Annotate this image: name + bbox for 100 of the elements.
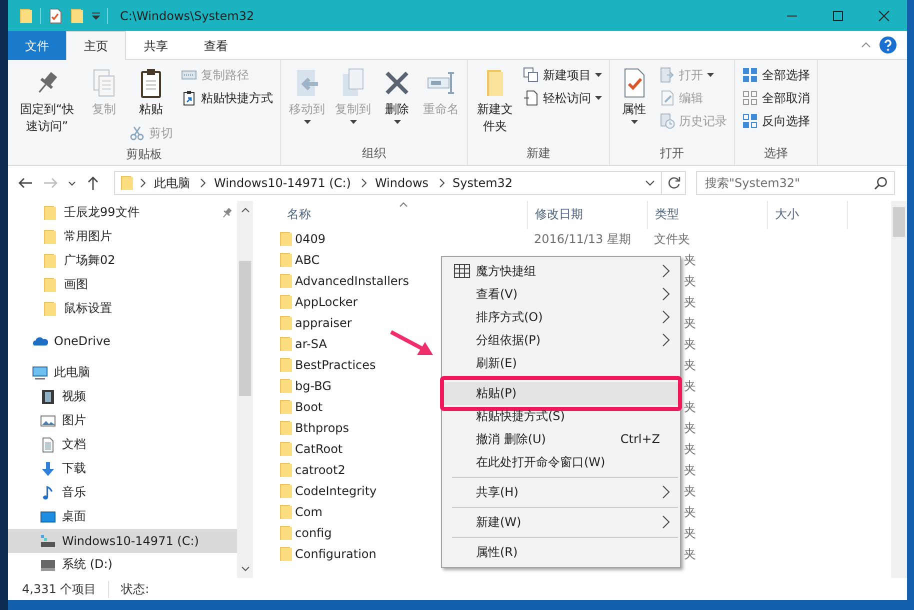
file-name[interactable]: bg-BG [295,379,332,394]
sidebar-item[interactable]: OneDrive [8,328,237,353]
menu-item[interactable]: 刷新(E) [444,352,678,375]
column-header[interactable]: 大小 [768,200,848,229]
sidebar-item[interactable]: 壬辰龙99文件 [8,200,237,225]
sidebar-item[interactable]: 视频 [8,384,237,409]
sidebar-item[interactable]: 鼠标设置 [8,296,237,321]
type-cell: 夹 [684,314,696,332]
ribbon-button[interactable]: 轻松访问 [520,87,605,109]
ribbon-button[interactable]: 删除 [377,64,417,127]
ribbon-button[interactable]: 粘贴快捷方式 [178,87,276,109]
sidebar-item[interactable]: 音乐 [8,480,237,505]
sidebar-item[interactable]: 画图 [8,272,237,297]
menu-item[interactable]: 在此处打开命令窗口(W) [444,450,678,474]
scrollbar-thumb[interactable] [239,260,251,396]
ribbon-button[interactable]: 固定到“快速访问” [12,64,82,138]
ribbon-tab[interactable]: 共享 [126,31,186,60]
menu-item[interactable]: 共享(H) [444,480,678,504]
type-cell: 夹 [684,546,696,563]
file-name[interactable]: ABC [295,253,320,268]
ribbon-button[interactable]: 全部选择 [739,64,813,86]
menu-item[interactable]: 查看(V) [444,282,678,306]
menu-item[interactable]: 属性(R) [444,540,678,564]
ribbon-button[interactable]: 新建项目 [520,64,605,86]
scrollbar[interactable] [237,200,253,578]
file-name[interactable]: AdvancedInstallers [295,274,409,288]
type-cell: 夹 [684,378,696,395]
column-header[interactable]: 类型 [648,200,768,229]
menu-item[interactable]: 排序方式(O) [444,306,678,329]
sidebar-item[interactable]: 常用图片 [8,224,237,249]
folder-icon [278,357,294,374]
file-name[interactable]: catroot2 [295,463,346,478]
ribbon-button[interactable]: 全部取消 [739,87,813,109]
checked-document-icon[interactable] [47,8,63,24]
ribbon-button[interactable]: 反向选择 [739,110,813,132]
menu-item[interactable]: 分组依据(P) [444,328,678,352]
sidebar-item[interactable]: 文档 [8,432,237,457]
file-name[interactable]: Boot [295,400,323,414]
breadcrumb-segment[interactable]: System32 [446,171,520,196]
file-name[interactable]: CatRoot [295,442,343,456]
folder-icon[interactable] [69,8,85,24]
file-name[interactable]: BestPractices [295,358,376,372]
sidebar-item[interactable]: 桌面 [8,504,237,529]
file-name[interactable]: ar-SA [295,337,327,352]
file-name[interactable]: 0409 [295,232,326,246]
group-label: 打开 [659,145,685,162]
desktop-icon [40,508,56,525]
breadcrumb-segment[interactable]: Windows10-14971 (C:) [207,171,358,196]
caret-icon[interactable] [91,10,101,20]
menu-item[interactable]: 粘贴快捷方式(S) [444,404,678,428]
grid-icon [742,113,758,129]
folder-icon[interactable] [18,8,34,24]
file-name[interactable]: Configuration [295,547,376,562]
sidebar-item[interactable]: 广场舞02 [8,248,237,273]
breadcrumb-segment[interactable]: Windows [368,171,436,196]
file-name[interactable]: Bthprops [295,421,350,436]
sidebar-item[interactable]: 此电脑 [8,360,237,385]
ribbon-button[interactable]: 新建文件夹 [472,64,518,138]
type-cell: 夹 [684,252,696,269]
folder-icon [278,483,294,500]
edit-icon [659,90,675,106]
file-name[interactable]: Com [295,505,322,520]
column-header[interactable]: 修改日期 [528,200,648,229]
file-name[interactable]: appraiser [295,316,352,330]
ribbon-tab[interactable]: 查看 [186,31,246,60]
menu-item[interactable]: 魔方快捷组 [444,260,678,283]
help-icon[interactable] [879,36,897,54]
file-menu-tab[interactable]: 文件 [8,31,66,60]
file-name[interactable]: config [295,526,332,540]
sidebar-item[interactable]: Windows10-14971 (C:) [8,528,237,553]
scrollbar-thumb[interactable] [893,206,905,237]
folder-icon [278,441,294,458]
address-bar[interactable]: 此电脑 Windows10-14971 (C:) Windows System32 [114,171,662,196]
ribbon-tab[interactable]: 主页 [66,31,126,60]
folder-icon [278,462,294,478]
folder-icon [278,546,294,562]
menu-item[interactable]: 撤消 删除(U) Ctrl+Z [444,428,678,451]
document-icon [40,436,56,453]
type-cell: 夹 [684,504,696,521]
shortcut-icon [181,90,197,106]
pin-icon [221,206,233,219]
folder-icon [42,276,58,293]
column-header[interactable]: 名称 [270,200,528,229]
search-field[interactable]: 搜索"System32" [696,171,895,196]
sidebar-item[interactable]: 系统 (D:) [8,552,237,577]
menu-item[interactable]: 新建(W) [444,510,678,534]
ribbon-button[interactable]: 属性 [614,64,654,127]
sidebar-item[interactable]: 图片 [8,408,237,433]
chevron-right-icon [662,287,670,302]
breadcrumb-segment[interactable]: 此电脑 [147,171,197,196]
chevron-up-icon[interactable] [861,42,871,48]
type-cell: 夹 [684,294,696,311]
file-name[interactable]: AppLocker [295,295,358,310]
menu-item[interactable]: 粘贴(P) [444,382,678,405]
caret-icon [595,96,602,100]
file-name[interactable]: CodeIntegrity [295,484,377,498]
sidebar-item[interactable]: 下载 [8,456,237,481]
ribbon-button[interactable]: 粘贴 [126,64,176,121]
refresh-button[interactable] [662,171,686,196]
scrollbar[interactable] [891,200,907,578]
